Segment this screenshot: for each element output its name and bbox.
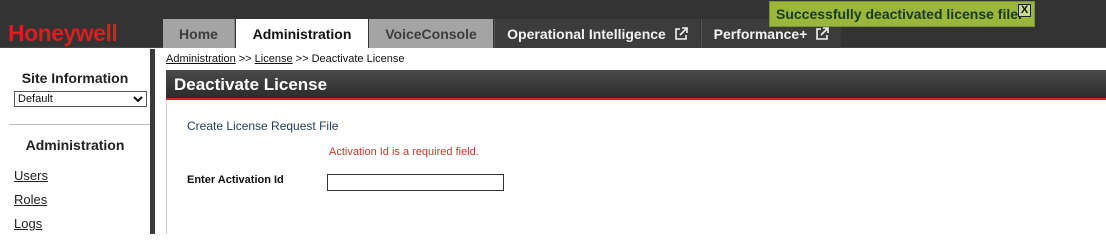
site-select[interactable]: Default: [14, 91, 147, 107]
breadcrumb-administration-link[interactable]: Administration: [166, 53, 236, 65]
tab-home[interactable]: Home: [163, 19, 235, 48]
sidebar-link-users[interactable]: Users: [14, 168, 48, 183]
sidebar-divider: [150, 49, 155, 234]
tab-voiceconsole[interactable]: VoiceConsole: [369, 19, 493, 48]
site-information-title: Site Information: [21, 70, 129, 86]
tab-administration[interactable]: Administration: [236, 19, 368, 48]
activation-id-label: Enter Activation Id: [187, 174, 284, 186]
top-bar: Honeywell Home Administration VoiceConso…: [0, 0, 1106, 48]
validation-error: Activation Id is a required field.: [329, 146, 479, 158]
page-title: Deactivate License: [174, 75, 328, 94]
breadcrumb: Administration >> License >> Deactivate …: [166, 53, 405, 65]
toast-message: Successfully deactivated license file.: [776, 6, 1022, 22]
breadcrumb-current: Deactivate License: [311, 53, 405, 65]
breadcrumb-separator: >>: [292, 53, 312, 65]
honeywell-logo: Honeywell: [8, 20, 118, 46]
activation-id-input[interactable]: [327, 174, 504, 191]
section-label: Create License Request File: [187, 119, 339, 133]
sidebar-link-roles[interactable]: Roles: [14, 192, 47, 207]
tab-administration-label: Administration: [252, 25, 352, 42]
breadcrumb-separator: >>: [235, 53, 255, 65]
tab-home-label: Home: [179, 25, 218, 42]
breadcrumb-license-link[interactable]: License: [255, 53, 293, 65]
sidebar-link-logs[interactable]: Logs: [14, 216, 42, 231]
administration-title: Administration: [25, 137, 125, 153]
external-link-icon: [816, 26, 830, 40]
tab-performance-plus-label: Performance+: [713, 25, 808, 42]
success-toast: Successfully deactivated license file. X: [769, 1, 1035, 27]
page-header: Deactivate License: [166, 70, 1106, 100]
tab-operational-intelligence-label: Operational Intelligence: [507, 25, 666, 42]
site-select-value: Default: [18, 93, 53, 105]
tab-operational-intelligence[interactable]: Operational Intelligence: [494, 19, 700, 48]
tab-voiceconsole-label: VoiceConsole: [385, 25, 477, 42]
external-link-icon: [675, 26, 688, 40]
chevron-down-icon: [133, 96, 143, 103]
sidebar-separator: [9, 124, 150, 125]
toast-close-button[interactable]: X: [1018, 4, 1031, 17]
